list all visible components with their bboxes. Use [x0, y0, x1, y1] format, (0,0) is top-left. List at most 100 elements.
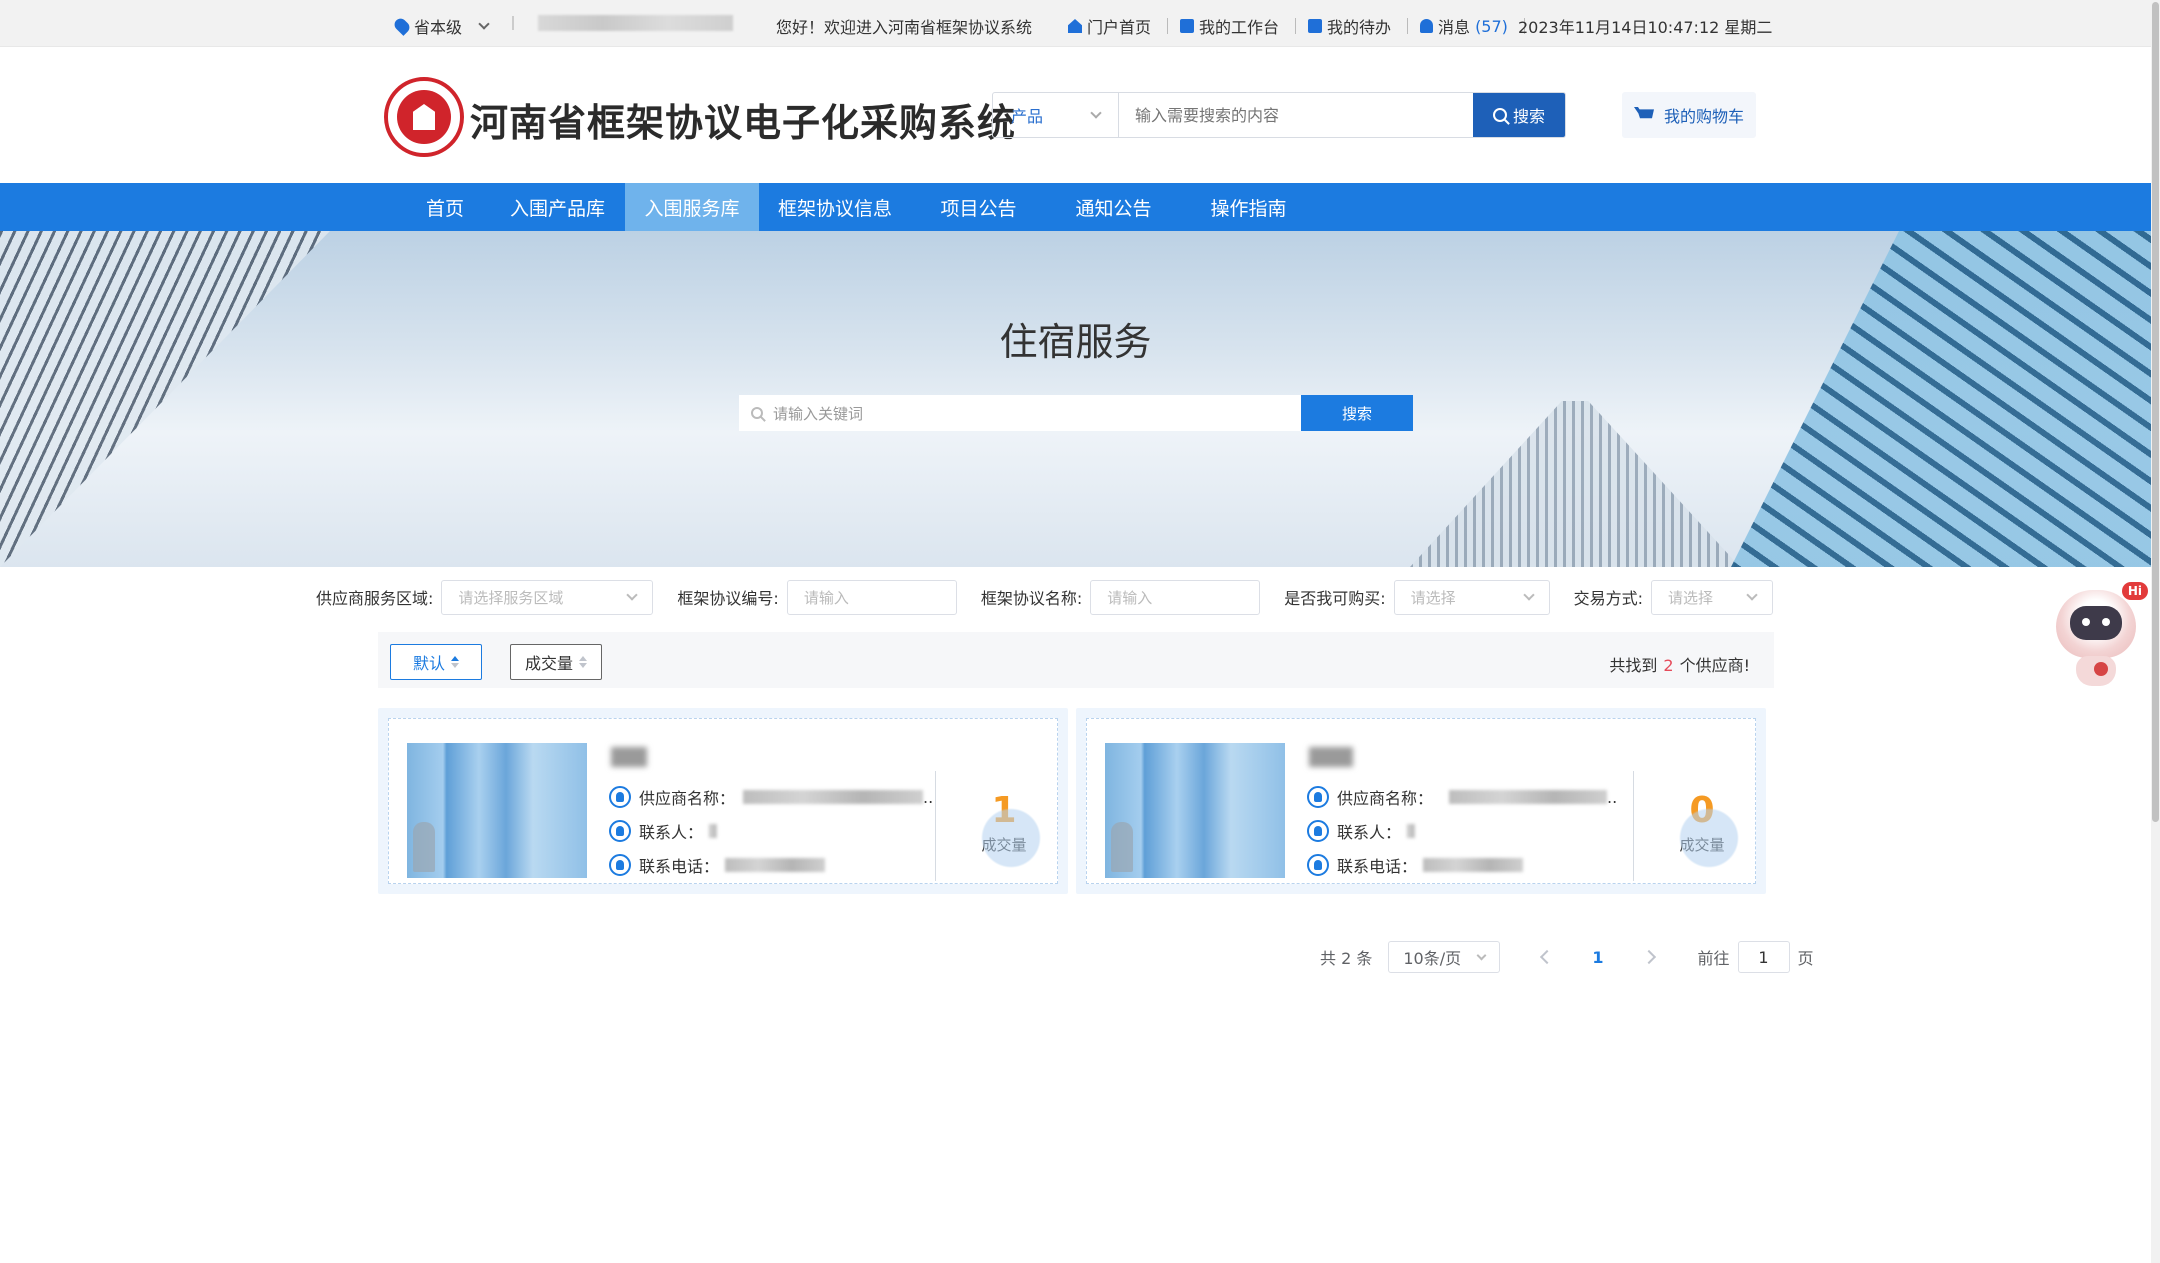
chevron-down-icon [1746, 589, 1758, 601]
nav-item-home[interactable]: 首页 [400, 183, 490, 231]
phone-label: 联系电话： [1337, 857, 1418, 876]
supplier-name-row: 供应商名称： .. [609, 785, 933, 809]
search-icon [1492, 108, 1507, 122]
todo-icon [1308, 19, 1323, 33]
prev-page-icon[interactable] [1540, 949, 1555, 965]
sort-volume-button[interactable]: 成交量 [510, 644, 602, 680]
supplier-title-redacted [1309, 747, 1353, 767]
input-placeholder: 请输入 [803, 588, 849, 607]
search-input[interactable] [1119, 93, 1473, 137]
supplier-name-row: 供应商名称： .. [1307, 785, 1617, 809]
agreement-number-input[interactable]: 请输入 [786, 579, 957, 615]
filter-row: 供应商服务区域: 请选择服务区域 框架协议编号: 请输入 框架协议名称: 请输入… [316, 579, 1776, 615]
page-size-select[interactable]: 10条/页 [1388, 941, 1501, 973]
supplier-icon [609, 786, 631, 808]
user-name-redacted [538, 15, 733, 31]
site-logo[interactable] [384, 77, 464, 157]
portal-home-label: 门户首页 [1087, 18, 1152, 37]
total-count: 共 2 条 [1320, 949, 1373, 968]
search-icon [751, 407, 763, 419]
nav-item-framework-info[interactable]: 框架协议信息 [759, 183, 911, 231]
portal-home-link[interactable]: 门户首页 [1068, 14, 1151, 38]
top-utility-bar: 省本级 您好！欢迎进入河南省框架协议系统 门户首页 我的工作台 我的待办 消息 … [0, 0, 2151, 47]
ellipsis: .. [923, 787, 934, 807]
messages-label: 消息 [1438, 18, 1471, 37]
filter-label: 框架协议编号: [677, 589, 779, 608]
phone-redacted [1423, 858, 1524, 872]
messages-count: (57) [1475, 16, 1508, 36]
phone-icon [1307, 854, 1329, 876]
page-number[interactable]: 1 [1592, 948, 1603, 967]
supplier-card[interactable]: 供应商名称： .. 联系人： 联系电话： 0 成交量 [1076, 708, 1766, 894]
search-button[interactable]: 搜索 [1473, 93, 1565, 137]
service-region-select[interactable]: 请选择服务区域 [441, 579, 654, 615]
workbench-link[interactable]: 我的工作台 [1180, 14, 1279, 38]
search-category-select[interactable]: 产品 [993, 93, 1119, 137]
site-title: 河南省框架协议电子化采购系统 [470, 100, 1017, 145]
nav-item-announcements[interactable]: 通知公告 [1046, 183, 1181, 231]
cart-button[interactable]: 我的购物车 [1622, 92, 1756, 138]
nav-item-project-notice[interactable]: 项目公告 [911, 183, 1046, 231]
nav-item-product-library[interactable]: 入围产品库 [490, 183, 625, 231]
chevron-down-icon [1522, 589, 1535, 601]
home-icon [1068, 19, 1082, 33]
divider [935, 771, 936, 881]
supplier-icon [1307, 786, 1329, 808]
next-page-icon[interactable] [1641, 949, 1656, 965]
supplier-image [1105, 743, 1285, 878]
nav-item-service-library[interactable]: 入围服务库 [625, 183, 759, 231]
input-placeholder: 请输入 [1107, 588, 1153, 607]
supplier-name-label: 供应商名称： [639, 789, 736, 808]
nav-item-guide[interactable]: 操作指南 [1181, 183, 1316, 231]
goto-page-input[interactable]: 1 [1737, 941, 1790, 973]
region-selector[interactable]: 省本级 [392, 14, 490, 38]
todo-link[interactable]: 我的待办 [1308, 14, 1391, 38]
filter-label: 是否我可购买: [1284, 589, 1386, 608]
agreement-name-input[interactable]: 请输入 [1090, 579, 1261, 615]
page-scrollbar[interactable] [2151, 0, 2160, 1263]
transaction-method-select[interactable]: 请选择 [1651, 579, 1774, 615]
chevron-down-icon [478, 18, 490, 30]
sort-caret-icon [451, 656, 459, 668]
sort-volume-label: 成交量 [524, 654, 573, 673]
workbench-icon [1180, 19, 1195, 33]
chevron-down-icon [626, 589, 639, 601]
contact-icon [609, 820, 631, 842]
can-purchase-select[interactable]: 请选择 [1393, 579, 1550, 615]
banner-search: 请输入关键词 搜索 [739, 395, 1413, 431]
chevron-down-icon [1090, 107, 1102, 119]
filter-label: 供应商服务区域: [316, 589, 434, 608]
banner-building-mid [1410, 401, 1740, 567]
divider [1295, 18, 1297, 34]
scrollbar-thumb[interactable] [2152, 2, 2159, 822]
emblem-icon [397, 90, 451, 144]
supplier-card[interactable]: 供应商名称： .. 联系人： 联系电话： 1 成交量 [378, 708, 1068, 894]
keyword-input[interactable]: 请输入关键词 [739, 395, 1301, 431]
site-header: 河南省框架协议电子化采购系统 产品 搜索 我的购物车 [0, 47, 2151, 183]
banner-search-button[interactable]: 搜索 [1301, 395, 1413, 431]
contact-redacted [709, 824, 718, 838]
chevron-down-icon [1476, 950, 1487, 960]
divider [1167, 18, 1169, 34]
page: 省本级 您好！欢迎进入河南省框架协议系统 门户首页 我的工作台 我的待办 消息 … [0, 0, 2160, 1263]
welcome-text: 您好！欢迎进入河南省框架协议系统 [776, 18, 1033, 37]
banner-building-right [1731, 231, 2151, 567]
sort-bar: 默认 成交量 共找到 2 个供应商! [378, 632, 1774, 688]
messages-link[interactable]: 消息 (57) [1420, 14, 1508, 38]
contact-label: 联系人： [1337, 823, 1402, 842]
sort-default-button[interactable]: 默认 [390, 644, 482, 680]
contact-row: 联系人： [609, 819, 718, 843]
ellipsis: .. [1607, 787, 1618, 807]
phone-row: 联系电话： [609, 853, 826, 877]
select-placeholder: 请选择 [1410, 588, 1456, 607]
assistant-robot[interactable]: Hi [2048, 578, 2148, 688]
handshake-icon [963, 803, 1043, 873]
filter-label: 框架协议名称: [980, 589, 1083, 608]
page-size-value: 10条/页 [1403, 949, 1462, 968]
supplier-name-redacted [1449, 790, 1608, 804]
datetime: 2023年11月14日10:47:12 星期二 [1518, 18, 1773, 37]
robot-eye [2082, 618, 2090, 626]
goto-label: 前往 [1697, 949, 1730, 968]
card-body: 供应商名称： .. 联系人： 联系电话： 1 成交量 [388, 718, 1058, 884]
sort-default-label: 默认 [412, 654, 445, 673]
